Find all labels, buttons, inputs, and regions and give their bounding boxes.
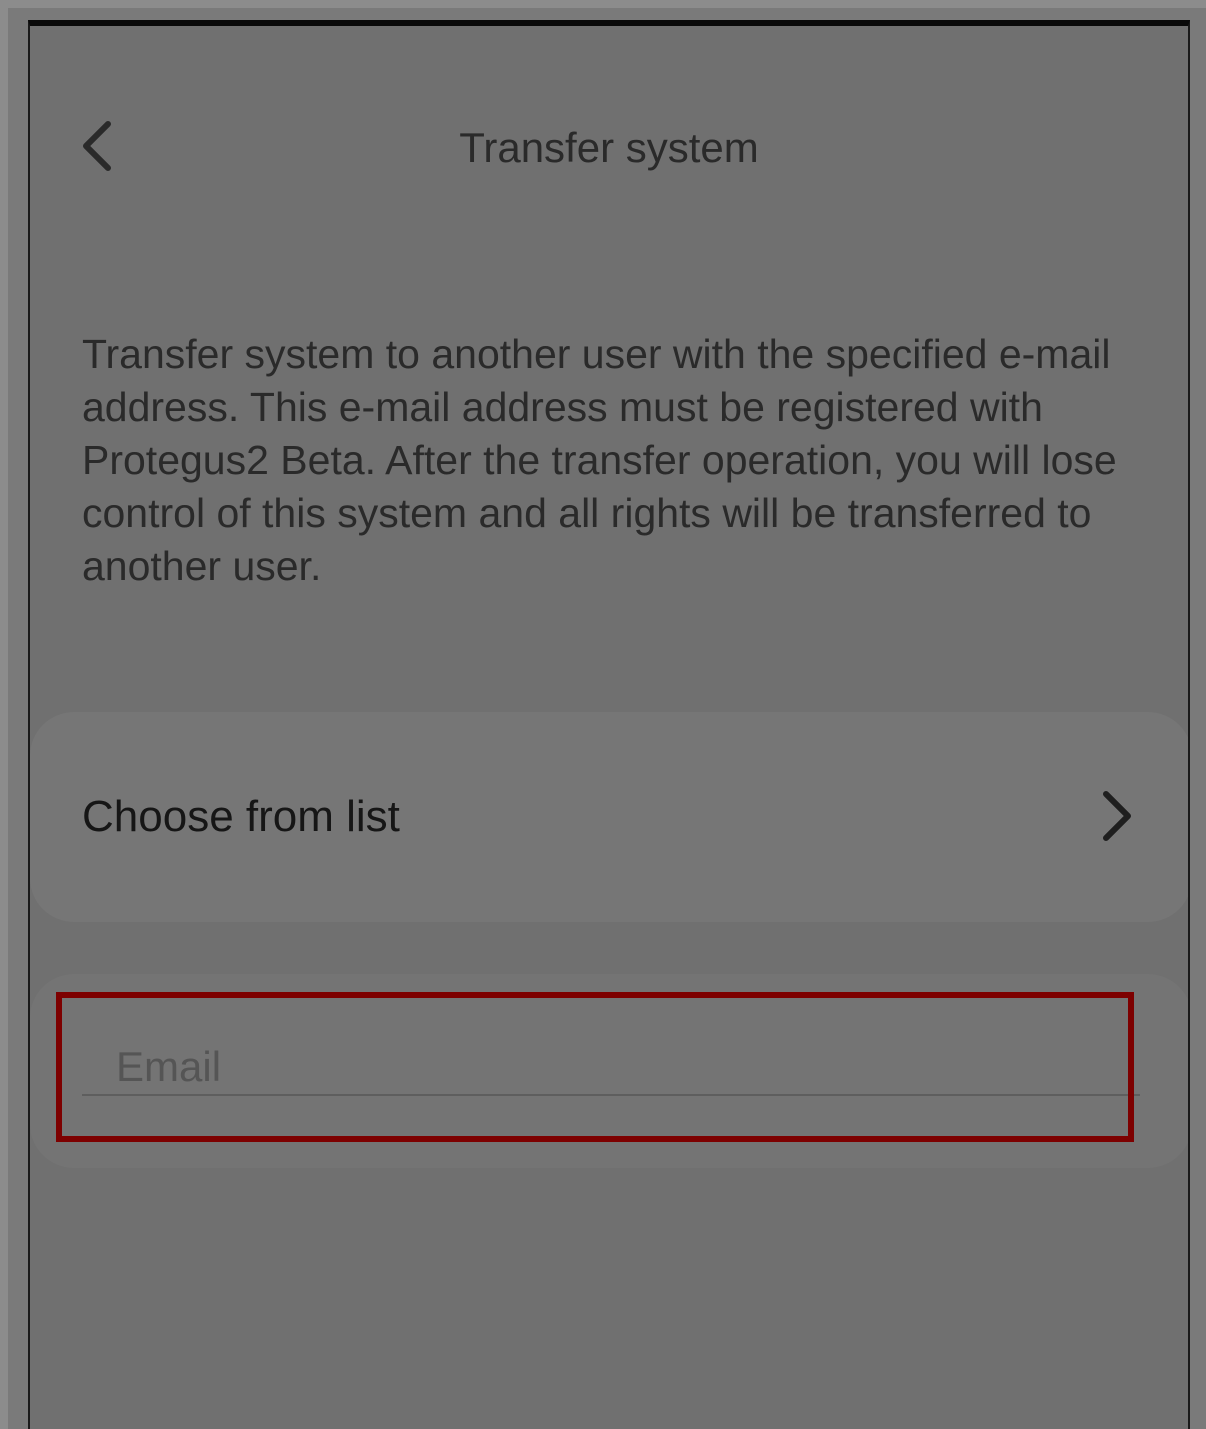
email-card: [30, 974, 1188, 1168]
email-input[interactable]: [82, 1004, 1140, 1096]
chevron-right-icon: [1103, 791, 1131, 841]
page-title: Transfer system: [459, 124, 759, 171]
choose-from-list-button[interactable]: Choose from list: [30, 712, 1188, 922]
top-bar: Transfer system: [30, 106, 1188, 186]
transfer-description: Transfer system to another user with the…: [82, 331, 1117, 589]
choose-from-list-label: Choose from list: [82, 792, 400, 841]
phone-screen: Transfer system Transfer system to anoth…: [28, 20, 1190, 1429]
